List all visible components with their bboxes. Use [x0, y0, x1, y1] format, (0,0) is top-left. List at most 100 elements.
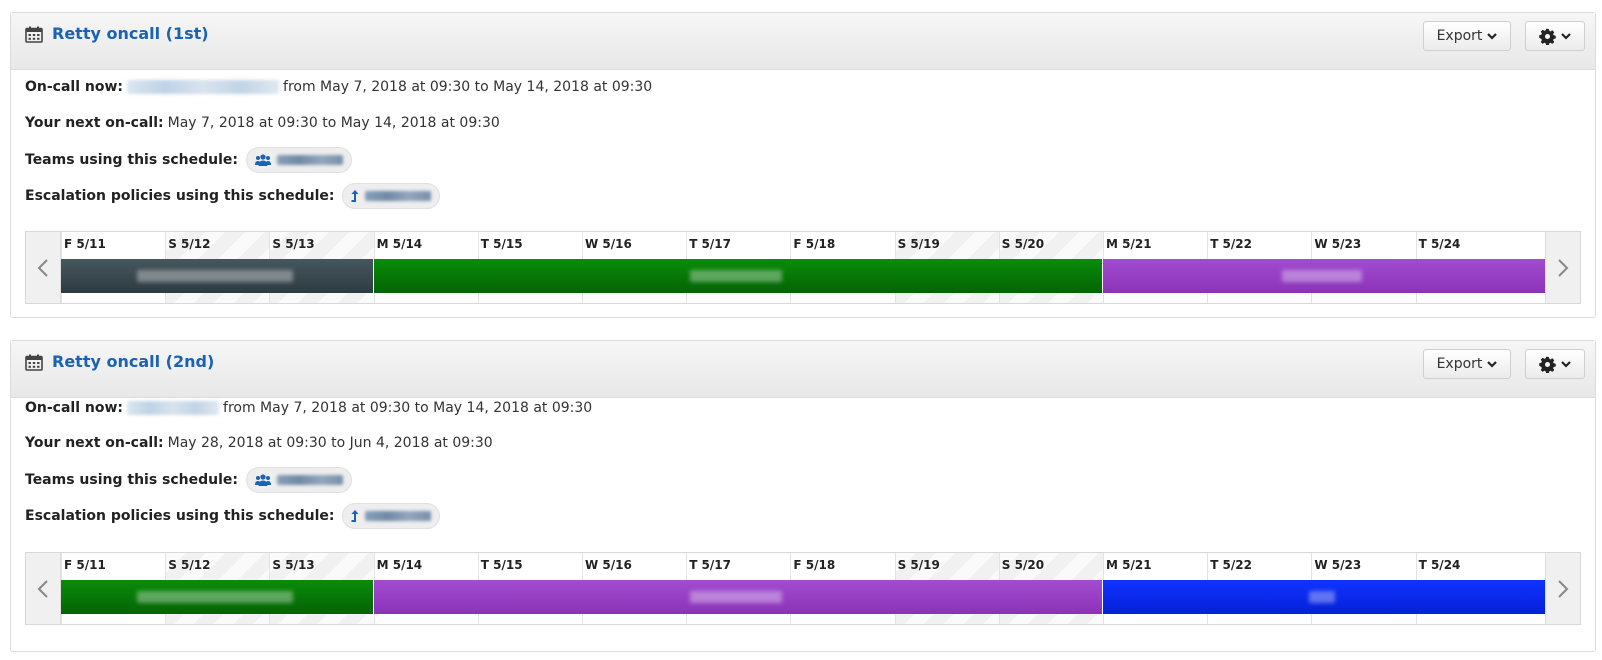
timeline-day-label: M 5/14 [376, 558, 423, 572]
on-call-user-link[interactable] [127, 401, 220, 415]
timeline-day-label: M 5/21 [1106, 237, 1152, 251]
chevron-left-icon [37, 258, 48, 277]
next-on-call-row: Your next on-call: May 7, 2018 at 09:30 … [25, 115, 500, 131]
timeline-day-label: T 5/17 [689, 558, 731, 572]
teams-row: Teams using this schedule: [25, 147, 353, 173]
escalation-label: Escalation policies using this schedule: [25, 508, 335, 524]
timeline-day-label: W 5/23 [1314, 237, 1362, 251]
on-call-now-range: from May 7, 2018 at 09:30 to May 14, 201… [283, 79, 653, 95]
on-call-now-label: On-call now: [25, 79, 124, 95]
chevron-right-icon [1558, 258, 1569, 277]
shift-user-name-redacted [689, 591, 782, 603]
timeline-day-label: F 5/18 [793, 558, 836, 572]
escalation-row: Escalation policies using this schedule: [25, 503, 441, 529]
timeline-prev-button[interactable] [26, 553, 61, 624]
timeline-day-label: F 5/18 [793, 237, 836, 251]
timeline-track: F 5/11 S 5/12 S 5/13 M 5/14 T 5/15 W 5/16 T 5/… [61, 232, 1546, 303]
timeline-next-button[interactable] [1545, 553, 1580, 624]
on-call-shift-bar[interactable] [61, 259, 374, 293]
schedule-title-link[interactable]: Retty oncall (2nd) [52, 352, 214, 371]
gear-icon [1539, 356, 1556, 373]
escalation-row: Escalation policies using this schedule: [25, 183, 441, 209]
timeline-day-label: S 5/20 [1001, 237, 1045, 251]
schedule-header: Retty oncall (2nd) Export [11, 341, 1595, 398]
chevron-down-icon [1487, 33, 1498, 40]
timeline-next-button[interactable] [1545, 232, 1580, 303]
on-call-shift-bar[interactable] [373, 580, 1103, 614]
timeline-prev-button[interactable] [26, 232, 61, 303]
team-name-redacted [277, 475, 344, 485]
export-label: Export [1436, 28, 1483, 44]
escalation-name-redacted [365, 191, 432, 201]
timeline-day-label: W 5/16 [585, 237, 632, 251]
timeline-day-label: S 5/19 [897, 237, 940, 251]
timeline-day-label: F 5/11 [64, 558, 106, 572]
on-call-now-range: from May 7, 2018 at 09:30 to May 14, 201… [223, 400, 593, 416]
timeline-day-label: W 5/23 [1314, 558, 1362, 572]
schedule-panel: Retty oncall (1st) Export On-call now: f… [10, 12, 1596, 318]
export-label: Export [1436, 356, 1483, 372]
schedule-timeline: F 5/11 S 5/12 S 5/13 M 5/14 T 5/15 W 5/16 T 5/… [25, 231, 1581, 304]
calendar-icon [25, 26, 43, 43]
settings-menu-button[interactable] [1525, 21, 1585, 51]
escalation-pill[interactable] [342, 183, 441, 209]
next-on-call-range: May 7, 2018 at 09:30 to May 14, 2018 at … [167, 115, 500, 131]
timeline-day-label: S 5/13 [272, 237, 315, 251]
timeline-day-label: S 5/12 [168, 237, 211, 251]
schedule-title-link[interactable]: Retty oncall (1st) [52, 24, 209, 43]
schedule-header: Retty oncall (1st) Export [11, 13, 1595, 70]
escalation-icon [351, 510, 359, 522]
timeline-day-label: T 5/17 [689, 237, 731, 251]
shift-user-name-redacted [1282, 270, 1362, 282]
timeline-track: F 5/11 S 5/12 S 5/13 M 5/14 T 5/15 W 5/16 T 5/… [61, 553, 1546, 624]
chevron-right-icon [1558, 579, 1569, 598]
export-button[interactable]: Export [1423, 349, 1511, 379]
teams-label: Teams using this schedule: [25, 472, 239, 488]
on-call-shift-bar[interactable] [1103, 580, 1546, 614]
calendar-icon [25, 354, 43, 371]
team-name-redacted [277, 155, 344, 165]
escalation-icon [351, 190, 359, 202]
on-call-user-link[interactable] [127, 80, 280, 94]
timeline-day-label: S 5/19 [897, 558, 940, 572]
timeline-day-label: T 5/24 [1418, 558, 1461, 572]
team-icon [255, 474, 272, 486]
on-call-shift-bar[interactable] [1103, 259, 1546, 293]
timeline-day-label: T 5/15 [480, 558, 523, 572]
export-button[interactable]: Export [1423, 21, 1511, 51]
teams-row: Teams using this schedule: [25, 467, 353, 493]
timeline-day-label: T 5/22 [1210, 237, 1252, 251]
shift-user-name-redacted [1309, 591, 1335, 603]
next-on-call-label: Your next on-call: [25, 435, 164, 451]
chevron-down-icon [1561, 33, 1571, 40]
chevron-down-icon [1561, 361, 1571, 368]
team-pill[interactable] [246, 467, 353, 493]
escalation-pill[interactable] [342, 503, 441, 529]
escalation-label: Escalation policies using this schedule: [25, 188, 335, 204]
on-call-shift-bar[interactable] [61, 580, 374, 614]
team-icon [255, 154, 272, 166]
timeline-day-label: F 5/11 [64, 237, 106, 251]
chevron-left-icon [37, 579, 48, 598]
next-on-call-label: Your next on-call: [25, 115, 164, 131]
team-pill[interactable] [246, 147, 353, 173]
escalation-name-redacted [365, 511, 432, 521]
on-call-shift-bar[interactable] [373, 259, 1103, 293]
timeline-day-label: S 5/20 [1001, 558, 1045, 572]
timeline-day-label: S 5/12 [168, 558, 211, 572]
shift-user-name-redacted [136, 270, 293, 282]
schedule-panel: Retty oncall (2nd) Export On-call now: f… [10, 340, 1596, 652]
on-call-now-row: On-call now: from May 7, 2018 at 09:30 t… [25, 79, 652, 95]
timeline-day-label: M 5/14 [376, 237, 423, 251]
gear-icon [1539, 28, 1556, 45]
timeline-day-label: S 5/13 [272, 558, 315, 572]
on-call-now-label: On-call now: [25, 400, 124, 416]
shift-user-name-redacted [136, 591, 293, 603]
on-call-now-row: On-call now: from May 7, 2018 at 09:30 t… [25, 400, 592, 416]
settings-menu-button[interactable] [1525, 349, 1585, 379]
teams-label: Teams using this schedule: [25, 152, 239, 168]
timeline-day-label: W 5/16 [585, 558, 632, 572]
shift-user-name-redacted [689, 270, 782, 282]
timeline-day-label: T 5/24 [1418, 237, 1461, 251]
timeline-day-label: T 5/22 [1210, 558, 1252, 572]
